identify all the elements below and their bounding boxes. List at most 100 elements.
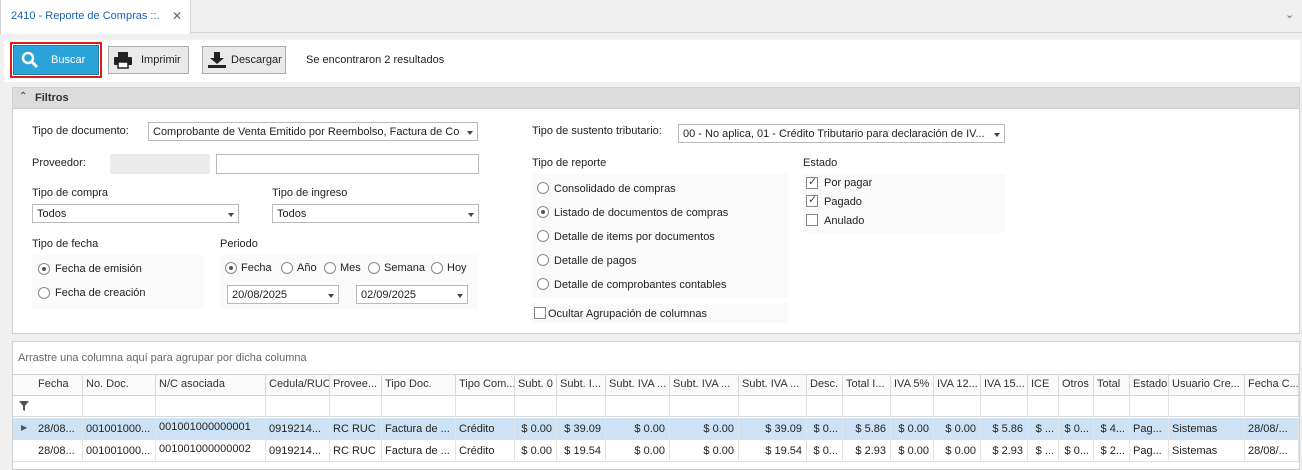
column-header[interactable]: IVA 12... xyxy=(934,374,981,396)
column-header[interactable]: Fecha xyxy=(35,374,83,396)
filter-icon[interactable] xyxy=(19,401,29,411)
column-header[interactable]: Subt. IVA ... xyxy=(670,374,739,396)
column-header[interactable]: Usuario Cre... xyxy=(1169,374,1245,396)
periodo-fecha-label[interactable]: Fecha xyxy=(241,262,272,274)
filter-cell[interactable] xyxy=(156,396,266,417)
column-header[interactable]: Subt. I... xyxy=(557,374,606,396)
radio-periodo-hoy[interactable] xyxy=(431,262,443,274)
tipo-compra-select[interactable]: Todos xyxy=(32,204,239,223)
filter-cell[interactable] xyxy=(934,396,981,417)
fecha-creacion-label[interactable]: Fecha de creación xyxy=(55,287,146,299)
tipo-ingreso-select[interactable]: Todos xyxy=(272,204,479,223)
column-header[interactable]: Total xyxy=(1094,374,1130,396)
tipo-reporte-detalle-pagos[interactable]: Detalle de pagos xyxy=(554,255,637,267)
column-header[interactable]: No. Doc. xyxy=(83,374,156,396)
periodo-mes-label[interactable]: Mes xyxy=(340,262,361,274)
filters-header[interactable]: ⌃ Filtros xyxy=(12,87,1300,109)
filter-cell[interactable] xyxy=(1094,396,1130,417)
ocultar-agrupacion-checkbox[interactable] xyxy=(534,307,546,319)
periodo-semana-label[interactable]: Semana xyxy=(384,262,425,274)
column-header[interactable]: IVA 15... xyxy=(981,374,1028,396)
close-icon[interactable]: ✕ xyxy=(172,9,182,23)
chevron-down-icon[interactable]: ⌄ xyxy=(1285,8,1294,21)
tipo-reporte-listado[interactable]: Listado de documentos de compras xyxy=(554,207,728,219)
filter-cell[interactable] xyxy=(266,396,330,417)
tipo-reporte-detalle-items[interactable]: Detalle de items por documentos xyxy=(554,231,715,243)
radio-fecha-creacion[interactable] xyxy=(38,287,50,299)
column-header[interactable]: N/C asociada xyxy=(156,374,266,396)
radio-periodo-fecha[interactable] xyxy=(225,262,237,274)
filter-cell[interactable] xyxy=(515,396,557,417)
column-header[interactable]: Tipo Com... xyxy=(456,374,515,396)
fecha-desde-picker[interactable]: 20/08/2025 xyxy=(227,285,339,304)
filter-cell[interactable] xyxy=(606,396,670,417)
checkbox-por-pagar[interactable] xyxy=(806,175,818,189)
fecha-emision-label[interactable]: Fecha de emisión xyxy=(55,263,142,275)
radio-fecha-emision[interactable] xyxy=(38,263,50,275)
column-header[interactable]: Subt. IVA ... xyxy=(606,374,670,396)
filter-cell[interactable] xyxy=(843,396,891,417)
radio-periodo-ano[interactable] xyxy=(281,262,293,274)
radio-consolidado[interactable] xyxy=(537,182,549,194)
filter-cell[interactable] xyxy=(891,396,934,417)
proveedor-name-field[interactable] xyxy=(216,154,479,174)
column-header[interactable]: Total I... xyxy=(843,374,891,396)
radio-periodo-mes[interactable] xyxy=(324,262,336,274)
sustento-select[interactable]: 00 - No aplica, 01 - Crédito Tributario … xyxy=(678,124,1005,143)
ocultar-agrupacion-label[interactable]: Ocultar Agrupación de columnas xyxy=(548,308,707,320)
filter-cell[interactable] xyxy=(981,396,1028,417)
checkbox-anulado[interactable] xyxy=(806,214,818,226)
filter-cell[interactable] xyxy=(83,396,156,417)
table-row[interactable]: ▶ 28/08... 001001000... 001001000000001 0919… xyxy=(13,418,1299,440)
column-header[interactable]: Fecha C... xyxy=(1245,374,1299,396)
row-indicator-icon: ▶ xyxy=(21,423,28,432)
column-header[interactable]: Tipo Doc. xyxy=(382,374,456,396)
column-header[interactable]: Cedula/RUC xyxy=(266,374,330,396)
column-header[interactable]: Otros xyxy=(1059,374,1094,396)
radio-detalle-items[interactable] xyxy=(537,230,549,242)
tipo-reporte-consolidado[interactable]: Consolidado de compras xyxy=(554,183,676,195)
print-button[interactable]: Imprimir xyxy=(108,46,189,74)
download-button[interactable]: Descargar xyxy=(202,46,286,74)
estado-pagado[interactable]: Pagado xyxy=(824,196,862,208)
tab-title[interactable]: 2410 - Reporte de Compras ::. xyxy=(11,10,160,22)
estado-anulado[interactable]: Anulado xyxy=(824,215,864,227)
filter-cell[interactable] xyxy=(1130,396,1169,417)
filter-cell[interactable] xyxy=(1245,396,1299,417)
estado-por-pagar[interactable]: Por pagar xyxy=(824,177,872,189)
column-header[interactable]: Estado xyxy=(1130,374,1169,396)
filter-cell[interactable] xyxy=(382,396,456,417)
checkbox-pagado[interactable] xyxy=(806,193,818,207)
group-by-hint[interactable]: Arrastre una columna aquí para agrupar p… xyxy=(18,352,307,364)
filter-cell[interactable] xyxy=(1169,396,1245,417)
table-row[interactable]: 28/08... 001001000... 001001000000002 09192… xyxy=(13,440,1299,462)
tipo-documento-select[interactable]: Comprobante de Venta Emitido por Reembol… xyxy=(148,122,478,141)
column-header[interactable]: Subt. IVA ... xyxy=(739,374,807,396)
radio-periodo-semana[interactable] xyxy=(368,262,380,274)
radio-detalle-pagos[interactable] xyxy=(537,254,549,266)
filter-cell[interactable] xyxy=(330,396,382,417)
column-header[interactable]: Subt. 0 xyxy=(515,374,557,396)
column-header[interactable]: Desc. xyxy=(807,374,843,396)
periodo-hoy-label[interactable]: Hoy xyxy=(447,262,467,274)
filter-cell[interactable] xyxy=(739,396,807,417)
periodo-ano-label[interactable]: Año xyxy=(297,262,317,274)
tab-reporte-compras[interactable]: 2410 - Reporte de Compras ::. ✕ xyxy=(0,0,191,34)
fecha-hasta-picker[interactable]: 02/09/2025 xyxy=(356,285,468,304)
filter-cell[interactable] xyxy=(557,396,606,417)
search-button[interactable]: Buscar xyxy=(10,42,102,78)
column-header[interactable]: IVA 5% xyxy=(891,374,934,396)
filter-cell[interactable] xyxy=(1028,396,1059,417)
tipo-reporte-detalle-comprobantes[interactable]: Detalle de comprobantes contables xyxy=(554,279,726,291)
column-header[interactable]: Provee... xyxy=(330,374,382,396)
filter-cell[interactable] xyxy=(670,396,739,417)
filter-cell[interactable] xyxy=(456,396,515,417)
radio-listado[interactable] xyxy=(537,206,549,218)
filter-cell[interactable] xyxy=(807,396,843,417)
radio-detalle-comprobantes[interactable] xyxy=(537,278,549,290)
chevron-up-icon[interactable]: ⌃ xyxy=(19,91,27,102)
proveedor-code-field[interactable] xyxy=(110,154,210,174)
filter-cell[interactable] xyxy=(35,396,83,417)
column-header[interactable]: ICE xyxy=(1028,374,1059,396)
filter-cell[interactable] xyxy=(1059,396,1094,417)
